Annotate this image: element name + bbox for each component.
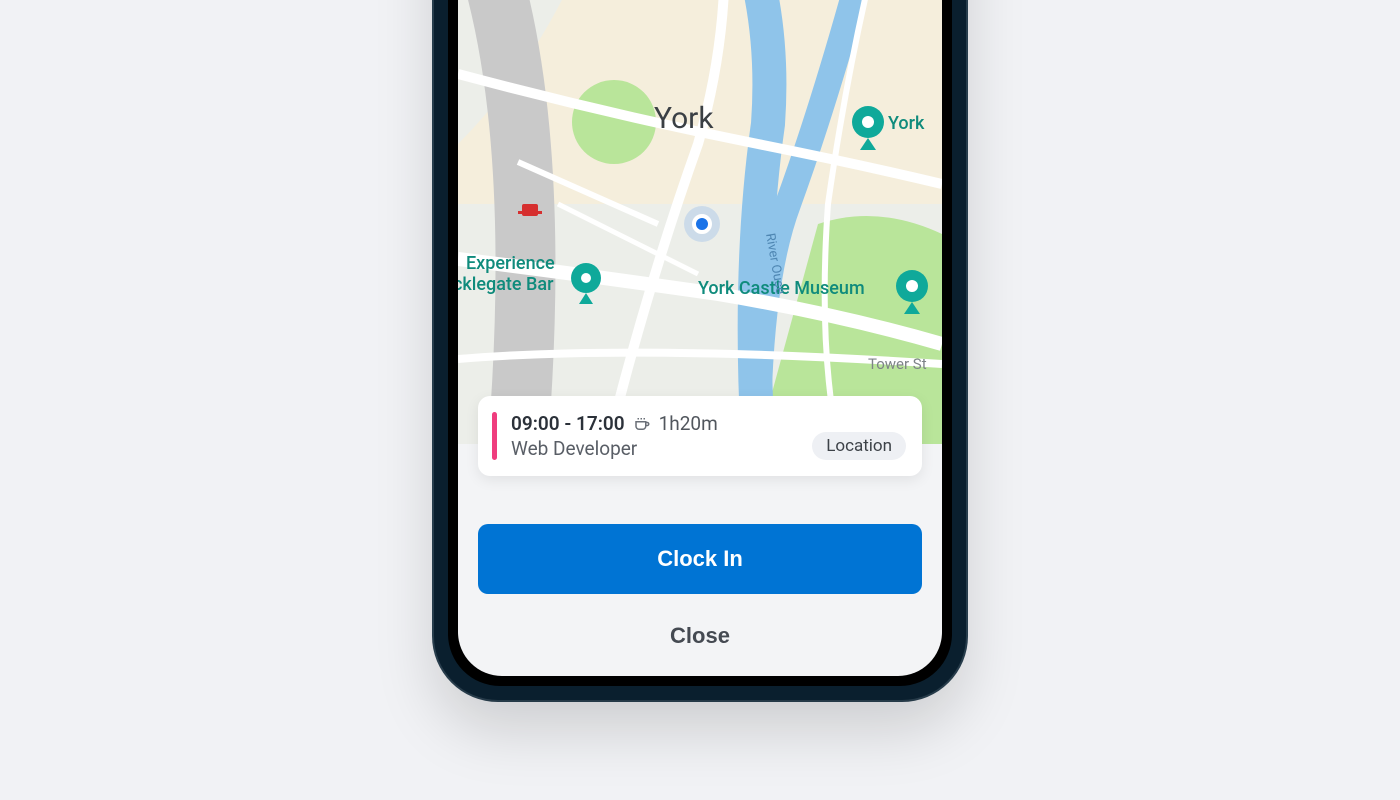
poi-label: cklegate Bar [458,274,554,295]
clock-in-button[interactable]: Clock In [478,524,922,594]
location-pill[interactable]: Location [812,432,906,460]
shift-card[interactable]: 09:00 - 17:00 1h20m Web Developer [478,396,922,476]
coffee-icon [633,415,651,433]
phone-frame: York York [434,0,966,700]
shift-break: 1h20m [659,412,718,435]
map-city-label: York [654,101,714,136]
close-button[interactable]: Close [478,604,922,668]
street-label: Tower St [868,355,927,373]
shift-role: Web Developer [511,437,798,460]
shift-time: 09:00 - 17:00 [511,412,625,435]
user-location-dot [692,214,712,234]
app-screen: York York [458,0,942,676]
poi-label: York [888,113,925,134]
poi-label: Experience [466,253,555,274]
map-view[interactable]: York York [458,0,942,444]
shift-accent-bar [492,412,497,460]
